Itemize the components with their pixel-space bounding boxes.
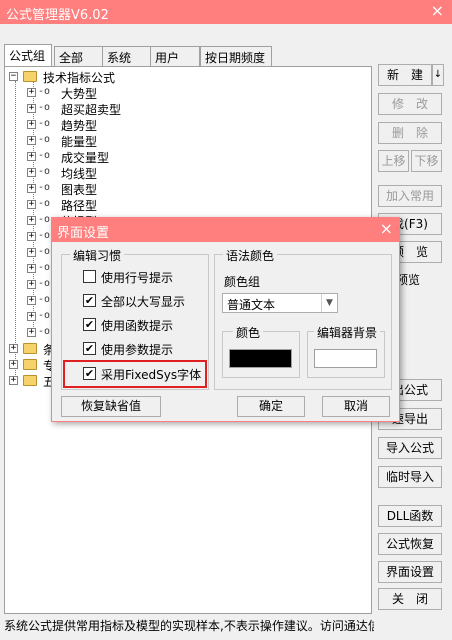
new-dropdown-button[interactable]: ↓ [432, 64, 444, 86]
expand-icon[interactable]: + [27, 232, 36, 241]
dll-function-button[interactable]: DLL函数 [378, 505, 442, 527]
title-bar: 公式管理器V6.02 × [0, 0, 452, 24]
formula-icon: -o [38, 150, 51, 161]
expand-icon[interactable]: + [27, 104, 36, 113]
uppercase-label: 全部以大写显示 [101, 295, 186, 309]
move-down-button[interactable]: 下移 [411, 150, 442, 172]
expand-icon[interactable]: + [27, 248, 36, 257]
formula-icon: -o [38, 278, 51, 289]
tree-item-label: 大势型 [61, 87, 98, 101]
color-group-select[interactable]: 普通文本 ▼ [222, 293, 338, 313]
highlight-box [63, 360, 207, 388]
expand-icon[interactable]: + [27, 264, 36, 273]
ui-settings-button[interactable]: 界面设置 [378, 561, 442, 583]
dialog-title-bar: 界面设置 × [52, 218, 399, 242]
folder-icon [23, 375, 37, 386]
formula-icon: -o [38, 294, 51, 305]
edit-habits-label: 编辑习惯 [70, 247, 125, 264]
function-hint-checkbox[interactable]: ✔ [83, 318, 96, 331]
color-group-value: 普通文本 [227, 298, 276, 312]
tab-system[interactable]: 系统 [102, 46, 152, 66]
modify-button[interactable]: 修 改 [378, 93, 442, 115]
expand-icon[interactable]: + [27, 184, 36, 193]
expand-icon[interactable]: + [27, 328, 36, 337]
formula-icon: -o [38, 102, 51, 113]
folder-icon [23, 343, 37, 354]
tab-by-date[interactable]: 按日期频度 [200, 46, 272, 66]
editor-bg-label: 编辑器背景 [314, 324, 381, 341]
tree-item-label: 图表型 [61, 183, 98, 197]
formula-icon: -o [38, 118, 51, 129]
tree-item-label: 趋势型 [61, 119, 98, 133]
param-hint-checkbox[interactable]: ✔ [83, 342, 96, 355]
formula-restore-button[interactable]: 公式恢复 [378, 533, 442, 555]
tree-guide-line [15, 81, 16, 381]
expand-icon[interactable]: + [27, 152, 36, 161]
color-label: 颜色 [233, 324, 264, 341]
add-common-button[interactable]: 加入常用 [378, 185, 442, 207]
expand-icon[interactable]: + [27, 200, 36, 209]
close-button[interactable]: 关 闭 [378, 588, 442, 610]
dialog-close-icon[interactable]: × [380, 219, 393, 238]
editor-bg-swatch[interactable] [314, 349, 377, 368]
tree-item-label: 成交量型 [61, 151, 110, 165]
folder-icon [23, 71, 37, 82]
formula-icon: -o [38, 262, 51, 273]
tree-item-label: 超买超卖型 [61, 103, 122, 117]
temp-import-button[interactable]: 临时导入 [378, 466, 442, 488]
color-group-label: 颜色组 [224, 275, 261, 289]
syntax-color-label: 语法颜色 [223, 247, 278, 264]
restore-default-button[interactable]: 恢复缺省值 [61, 396, 161, 417]
expand-icon[interactable]: + [9, 376, 18, 385]
new-button[interactable]: 新 建 [378, 64, 432, 86]
formula-icon: -o [38, 310, 51, 321]
tree-item-label: 路径型 [61, 199, 98, 213]
formula-icon: -o [38, 246, 51, 257]
close-icon[interactable]: × [431, 1, 444, 20]
delete-button[interactable]: 删 除 [378, 122, 442, 144]
formula-icon: -o [38, 198, 51, 209]
tab-user[interactable]: 用户 [150, 46, 200, 66]
formula-icon: -o [38, 86, 51, 97]
move-up-button[interactable]: 上移 [378, 150, 409, 172]
collapse-icon[interactable]: − [9, 72, 18, 81]
formula-icon: -o [38, 214, 51, 225]
dialog-title: 界面设置 [57, 226, 110, 241]
tree-item-label: 均线型 [61, 167, 98, 181]
expand-icon[interactable]: + [27, 296, 36, 305]
param-hint-label: 使用参数提示 [101, 343, 174, 357]
formula-icon: -o [38, 326, 51, 337]
line-number-checkbox[interactable] [83, 270, 96, 283]
tree-root-label: 技术指标公式 [43, 71, 116, 85]
ui-settings-dialog: 界面设置 × 编辑习惯 使用行号提示 ✔ 全部以大写显示 ✔ 使用函数提示 ✔ … [51, 217, 400, 422]
expand-icon[interactable]: + [27, 216, 36, 225]
expand-icon[interactable]: + [27, 168, 36, 177]
expand-icon[interactable]: + [27, 280, 36, 289]
tab-formula-group[interactable]: 公式组 [4, 44, 52, 66]
formula-icon: -o [38, 230, 51, 241]
line-number-label: 使用行号提示 [101, 271, 174, 285]
formula-icon: -o [38, 134, 51, 145]
expand-icon[interactable]: + [27, 312, 36, 321]
uppercase-checkbox[interactable]: ✔ [83, 294, 96, 307]
color-swatch[interactable] [229, 349, 292, 368]
expand-icon[interactable]: + [27, 120, 36, 129]
function-hint-label: 使用函数提示 [101, 319, 174, 333]
import-formula-button[interactable]: 导入公式 [378, 437, 442, 459]
expand-icon[interactable]: + [27, 88, 36, 97]
expand-icon[interactable]: + [9, 344, 18, 353]
tab-all[interactable]: 全部 [54, 46, 104, 66]
tree-item-label: 能量型 [61, 135, 98, 149]
expand-icon[interactable]: + [27, 136, 36, 145]
chevron-down-icon: ▼ [321, 294, 337, 312]
formula-icon: -o [38, 182, 51, 193]
formula-icon: -o [38, 166, 51, 177]
window-title: 公式管理器V6.02 [6, 8, 109, 23]
folder-icon [23, 359, 37, 370]
ok-button[interactable]: 确定 [237, 396, 305, 417]
status-text: 系统公式提供常用指标及模型的实现样本,不表示操作建议。访问通达信 [4, 619, 374, 633]
cancel-button[interactable]: 取消 [322, 396, 390, 417]
expand-icon[interactable]: + [9, 360, 18, 369]
